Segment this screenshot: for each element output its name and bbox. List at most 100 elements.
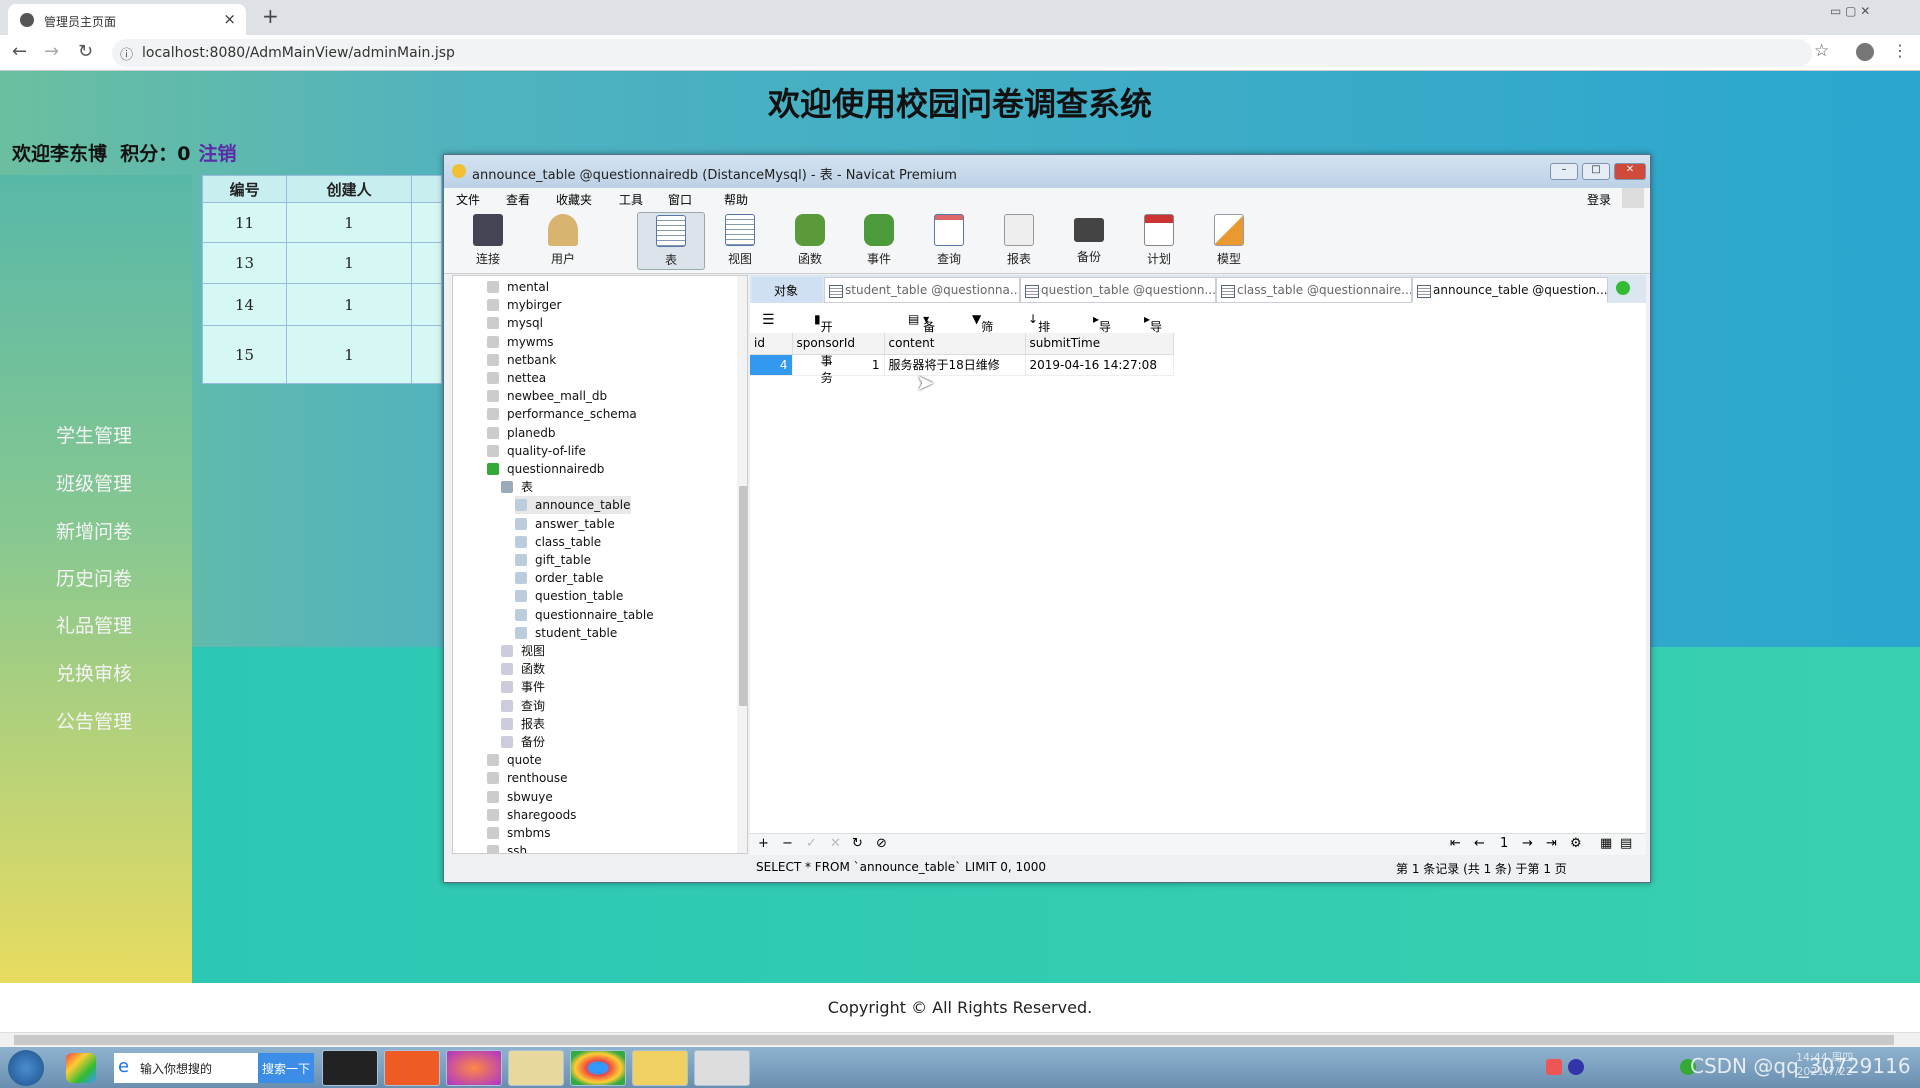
next-page-icon[interactable]: → [1522,836,1533,851]
tree-table[interactable]: announce_table [515,496,631,515]
logout-link[interactable]: 注销 [198,143,236,165]
forward-icon[interactable]: → [44,41,59,62]
maximize-button[interactable]: □ [1582,163,1610,180]
tree-table[interactable]: student_table [515,624,617,642]
start-button[interactable] [8,1050,44,1086]
window-controls[interactable]: ▭ ▢ ✕ [1830,4,1870,18]
cell-sponsorid[interactable]: 1 [792,354,885,376]
memo-button[interactable]: ▤ 备注 ▾ [908,312,935,351]
scrollbar-thumb[interactable] [739,486,747,706]
connect-button[interactable]: 连接 [454,212,522,270]
tree-database[interactable]: mybirger [487,296,561,314]
minimize-button[interactable]: – [1550,163,1578,180]
search-button[interactable]: 搜索一下 [258,1053,314,1083]
last-page-icon[interactable]: ⇥ [1546,836,1557,851]
app-launcher-icon[interactable] [66,1053,96,1083]
tree-table[interactable]: gift_table [515,551,591,569]
user-button[interactable]: 用户 [529,212,597,270]
nav-announcement-management[interactable]: 公告管理 [56,707,132,734]
menu-view[interactable]: 查看 [506,191,530,208]
tree-database[interactable]: mywms [487,333,554,351]
close-button[interactable]: ✕ [1614,163,1646,180]
stop-icon[interactable]: ⊘ [876,836,887,851]
backup-button[interactable]: 备份 [1055,212,1123,270]
menu-icon[interactable]: ⋮ [1892,41,1908,60]
app-taskbar-icon[interactable] [694,1050,750,1086]
export-button[interactable]: ▸导出 [1144,312,1162,351]
tree-database[interactable]: questionnairedb [487,460,604,478]
cell-submittime[interactable]: 2019-04-16 14:27:08 [1025,354,1174,376]
report-button[interactable]: 报表 [985,212,1053,270]
nav-student-management[interactable]: 学生管理 [56,421,132,448]
tree-tables-folder[interactable]: 表 [501,478,533,496]
back-icon[interactable]: ← [12,41,27,62]
first-page-icon[interactable]: ⇤ [1450,836,1461,851]
tree-table[interactable]: answer_table [515,515,615,533]
search-input[interactable]: e 输入你想搜的 [114,1053,258,1083]
tree-database[interactable]: sbwuye [487,788,553,806]
schedule-button[interactable]: 计划 [1125,212,1193,270]
clock[interactable]: 14:44 周四 2021/7/22 [1796,1049,1853,1078]
tree-database[interactable]: mental [487,278,549,296]
tree-database[interactable]: performance_schema [487,405,637,423]
apply-icon[interactable]: ✓ [806,836,817,851]
login-link[interactable]: 登录 [1587,191,1611,208]
function-button[interactable]: 函数 [776,212,844,270]
cell-content[interactable]: 服务器将于18日维修 [884,354,1026,376]
add-record-icon[interactable]: + [758,836,769,851]
tree-database[interactable]: quote [487,751,542,769]
new-tab-button[interactable]: + [262,4,279,28]
nav-exchange-review[interactable]: 兑换审核 [56,659,132,686]
hamburger-menu-icon[interactable]: ☰ [762,312,775,328]
profile-icon[interactable] [1856,43,1874,61]
column-header[interactable]: id [750,333,793,355]
tree-group[interactable]: 事件 [501,678,545,696]
tab-class-table[interactable]: class_table @questionnaire... [1216,277,1412,303]
user-avatar-icon[interactable] [1622,188,1644,208]
column-header[interactable]: submitTime [1025,333,1174,355]
discard-icon[interactable]: ✕ [830,836,841,851]
tree-database[interactable]: renthouse [487,769,568,787]
tree-scrollbar[interactable] [737,276,747,853]
tree-group[interactable]: 报表 [501,715,545,733]
grid-view-icon[interactable]: ▦ [1600,836,1612,851]
tab-announce-table[interactable]: announce_table @question... [1412,277,1608,303]
help-icon[interactable] [1568,1059,1584,1075]
tree-table[interactable]: class_table [515,533,601,551]
new-tab-plus-icon[interactable] [1616,281,1630,295]
reload-icon[interactable]: ↻ [78,41,93,62]
menu-file[interactable]: 文件 [456,191,480,208]
scrollbar-thumb[interactable] [14,1035,1894,1045]
tree-group[interactable]: 函数 [501,660,545,678]
tree-database[interactable]: ssh [487,842,527,853]
media-app-icon[interactable] [384,1050,440,1086]
filter-button[interactable]: ▼筛选 [972,312,993,351]
event-button[interactable]: 事件 [845,212,913,270]
nav-new-questionnaire[interactable]: 新增问卷 [56,517,132,544]
chrome-icon[interactable] [570,1050,626,1086]
tree-group[interactable]: 备份 [501,733,545,751]
menu-favorites[interactable]: 收藏夹 [556,191,592,208]
column-header[interactable]: sponsorId [792,333,885,355]
model-button[interactable]: 模型 [1195,212,1263,270]
tree-database[interactable]: smbms [487,824,551,842]
cell-id[interactable]: 4 [750,354,793,376]
tab-student-table[interactable]: student_table @questionna... [824,277,1020,303]
tree-database[interactable]: mysql [487,314,543,332]
menu-help[interactable]: 帮助 [724,191,748,208]
import-button[interactable]: ▸导入 [1093,312,1111,351]
refresh-icon[interactable]: ↻ [852,836,863,851]
tree-database[interactable]: sharegoods [487,806,576,824]
tree-table[interactable]: questionnaire_table [515,606,654,624]
tab-question-table[interactable]: question_table @questionn... [1020,277,1216,303]
firefox-icon[interactable] [446,1050,502,1086]
column-header[interactable]: content [884,333,1026,355]
tree-database[interactable]: planedb [487,424,556,442]
sort-button[interactable]: ↓排序 [1028,312,1050,351]
file-explorer-icon[interactable] [508,1050,564,1086]
prev-page-icon[interactable]: ← [1474,836,1485,851]
menu-tools[interactable]: 工具 [619,191,643,208]
nav-gift-management[interactable]: 礼品管理 [56,611,132,638]
settings-icon[interactable]: ⚙ [1570,836,1582,851]
page-number[interactable]: 1 [1500,836,1508,851]
